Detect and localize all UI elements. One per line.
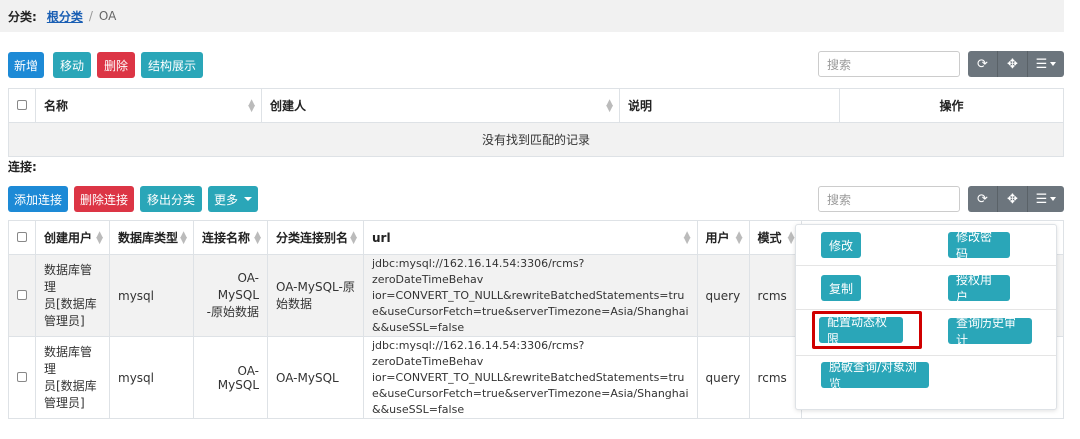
alias-cell: OA-MySQL [267,336,364,419]
empty-message: 没有找到匹配的记录 [8,122,1064,157]
alias-cell: OA-MySQL-原 始数据 [267,254,364,337]
col-actions: 操作 [839,88,1064,123]
col-db-type[interactable]: 数据库类型 ▲ ▼ [109,220,194,255]
refresh-icon[interactable]: ⟳ [968,51,998,77]
desensitize-browse-button[interactable]: 脱敏查询/对象浏览 [821,360,929,391]
col-create-user[interactable]: 创建用户 ▲ ▼ [35,220,110,255]
user-cell: query [696,336,750,419]
col-conn-name[interactable]: 连接名称 ▲ ▼ [193,220,268,255]
more-dropdown-button[interactable]: 更多 [208,186,258,212]
create-user-cell: 数据库管理 员[数据库 管理员] [35,254,110,337]
highlight-box [812,311,922,349]
delete-connection-button[interactable]: 删除连接 [74,186,134,212]
chevron-down-icon [244,197,252,201]
structure-view-button[interactable]: 结构展示 [141,52,203,78]
row-checkbox[interactable] [17,289,27,300]
conn-name-cell: OA-MySQL [193,336,268,419]
mode-cell: rcms [748,336,802,419]
select-all-checkbox[interactable] [17,99,27,110]
breadcrumb-label: 分类: [8,9,37,24]
db-type-cell: mysql [109,254,194,337]
delete-button[interactable]: 删除 [97,52,135,78]
category-table-tools: ⟳ ✥ ☰ [968,51,1064,77]
move-icon[interactable]: ✥ [998,51,1028,77]
new-button[interactable]: 新增 [8,52,44,78]
select-all-checkbox-cell[interactable] [8,88,36,123]
col-mode[interactable]: 模式 ▲ ▼ [748,220,802,255]
col-description: 说明 [619,88,840,123]
row-checkbox[interactable] [17,371,27,382]
db-type-cell: mysql [109,336,194,419]
connection-table-tools: ⟳ ✥ ☰ [968,186,1064,212]
refresh-icon[interactable]: ⟳ [968,186,998,212]
query-audit-button[interactable]: 查询历史审计 [948,316,1032,347]
mode-cell: rcms [748,254,802,337]
col-creator[interactable]: 创建人 ▲ ▼ [261,88,620,123]
move-button[interactable]: 移动 [53,52,91,78]
col-name[interactable]: 名称 ▲ ▼ [35,88,262,123]
copy-button[interactable]: 复制 [821,275,861,301]
category-search-input[interactable]: 搜索 [818,51,960,77]
category-table: 名称 ▲ ▼ 创建人 ▲ ▼ 说明 操作 没有找到匹配的记录 [8,88,1064,157]
change-password-button[interactable]: 修改密码 [948,230,1010,261]
authorize-user-button[interactable]: 授权用户 [948,273,1010,304]
create-user-cell: 数据库管理 员[数据库 管理员] [35,336,110,419]
conn-name-cell: OA-MySQL -原始数据 [193,254,268,337]
modify-button[interactable]: 修改 [821,232,861,258]
breadcrumb-root-link[interactable]: 根分类 [47,8,83,25]
breadcrumb: 分类: 根分类 / OA [0,0,1064,32]
user-cell: query [696,254,750,337]
connections-label: 连接: [8,160,37,174]
url-cell: jdbc:mysql://162.16.14.54:3306/rcms?zero… [363,254,698,337]
col-alias[interactable]: 分类连接别名 ▲ ▼ [267,220,364,255]
add-connection-button[interactable]: 添加连接 [8,186,68,212]
move-icon[interactable]: ✥ [998,186,1028,212]
export-category-button[interactable]: 移出分类 [140,186,202,212]
select-all-checkbox[interactable] [17,231,27,242]
breadcrumb-current: OA [98,9,117,23]
connection-search-input[interactable]: 搜索 [818,186,960,212]
col-user[interactable]: 用户 ▲ ▼ [696,220,750,255]
breadcrumb-separator: / [88,9,93,23]
col-url[interactable]: url ▲ ▼ [363,220,698,255]
list-icon[interactable]: ☰ [1028,51,1064,77]
list-icon[interactable]: ☰ [1028,186,1064,212]
url-cell: jdbc:mysql://162.16.14.54:3306/rcms?zero… [363,336,698,419]
select-all-connections-cell[interactable] [8,220,36,255]
